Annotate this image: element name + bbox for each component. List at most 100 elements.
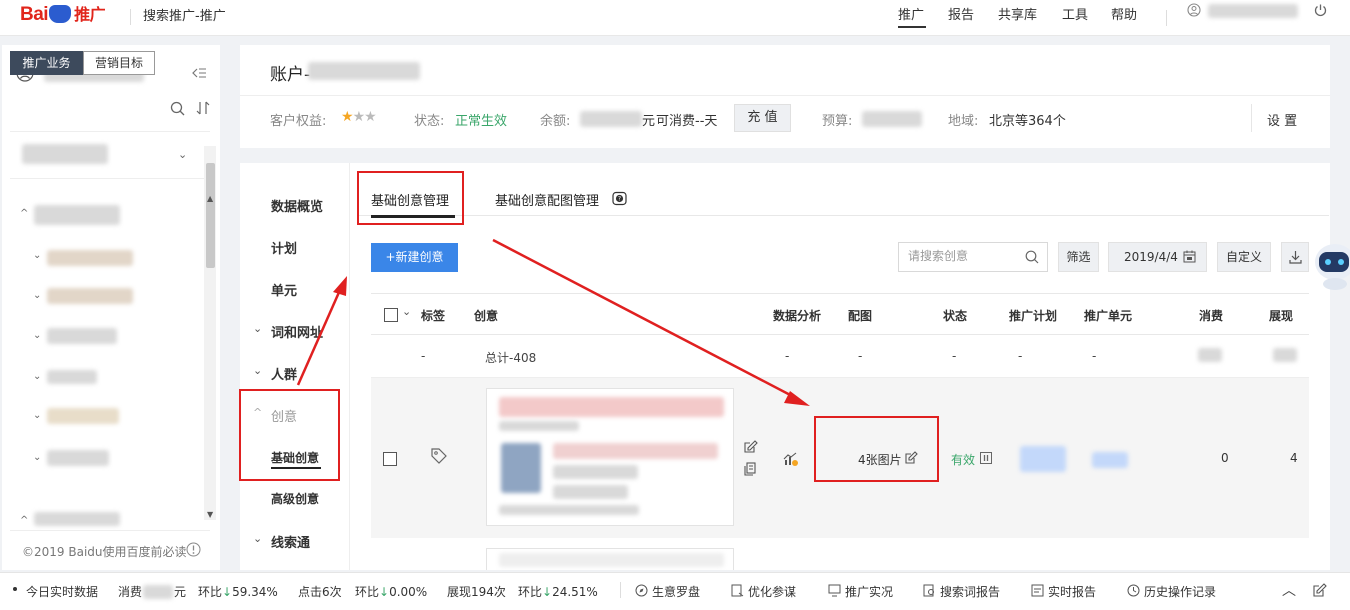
customize-button[interactable]: 自定义 — [1217, 242, 1271, 272]
total-cost-redacted — [1198, 348, 1222, 362]
sidebar-scrollbar-thumb[interactable] — [206, 163, 215, 268]
row-checkbox[interactable] — [383, 452, 397, 466]
creative-title-redacted — [499, 553, 724, 567]
nav-tools[interactable]: 工具 — [1062, 4, 1088, 23]
tree-caret-icon[interactable]: ⌄ — [33, 410, 41, 421]
info-icon[interactable] — [186, 542, 201, 557]
tree-caret-icon[interactable]: ^ — [20, 515, 28, 526]
menu-leads[interactable]: 线索通 — [271, 532, 310, 551]
edit-icon[interactable] — [1313, 583, 1327, 597]
unit-name-redacted[interactable] — [1092, 452, 1128, 468]
collapse-sidebar-icon[interactable] — [192, 66, 207, 80]
select-all-checkbox[interactable] — [384, 308, 398, 322]
divider — [240, 95, 1330, 96]
tab-promotion-business[interactable]: 推广业务 — [10, 51, 83, 75]
tree-item-redacted[interactable] — [47, 328, 117, 344]
link-realtime-report[interactable]: 实时报告 — [1048, 583, 1096, 600]
creative-preview-card[interactable] — [486, 548, 734, 570]
plan-name-redacted[interactable] — [1020, 446, 1066, 472]
search-box — [898, 242, 1048, 272]
menu-advanced-creative[interactable]: 高级创意 — [271, 490, 319, 507]
total-unit: - — [1092, 349, 1097, 363]
tree-caret-icon[interactable]: ⌄ — [33, 250, 41, 261]
chevron-down-icon[interactable]: ⌄ — [178, 148, 187, 161]
menu-keywords[interactable]: 词和网址 — [271, 322, 323, 341]
annotation-box-tab — [357, 171, 464, 225]
rights-stars-icon[interactable]: ★★★ — [341, 109, 377, 125]
divider — [10, 178, 210, 179]
link-history-log[interactable]: 历史操作记录 — [1144, 583, 1216, 600]
search-icon[interactable] — [170, 101, 185, 116]
power-icon[interactable] — [1313, 3, 1328, 18]
tree-item-redacted[interactable] — [47, 288, 133, 304]
account-select-redacted[interactable] — [22, 144, 108, 164]
scroll-up-icon[interactable]: ▲ — [207, 194, 213, 203]
edit-icon[interactable] — [744, 440, 758, 454]
row-cost: 0 — [1221, 451, 1229, 465]
settings-button[interactable]: 设 置 — [1267, 110, 1297, 129]
imp-ratio-label: 环比 — [518, 585, 543, 599]
download-button[interactable] — [1281, 242, 1309, 272]
tab-creative-image-management[interactable]: 基础创意配图管理 — [495, 190, 599, 209]
search-input[interactable] — [908, 249, 1018, 263]
link-promotion-live[interactable]: 推广实况 — [845, 583, 893, 600]
link-optimize-advisor[interactable]: 优化参谋 — [748, 583, 796, 600]
nav-shared-library[interactable]: 共享库 — [998, 4, 1037, 23]
compass-icon — [635, 584, 648, 597]
region-value[interactable]: 北京等364个 — [989, 110, 1066, 129]
total-status: - — [952, 349, 957, 363]
chevron-up-icon[interactable]: ︿ — [1282, 580, 1296, 600]
tree-caret-icon[interactable]: ⌄ — [33, 371, 41, 382]
tree-caret-icon[interactable]: ⌄ — [33, 330, 41, 341]
tag-icon[interactable] — [430, 447, 448, 465]
sort-icon[interactable] — [196, 100, 210, 116]
pause-icon[interactable] — [980, 452, 992, 464]
menu-audience[interactable]: 人群 — [271, 364, 297, 383]
chevron-down-icon[interactable]: ⌄ — [402, 305, 411, 318]
creative-preview-card[interactable] — [486, 388, 734, 526]
total-count: 总计-408 — [485, 351, 537, 365]
tree-caret-icon[interactable]: ⌄ — [33, 452, 41, 463]
chevron-down-icon[interactable]: ⌄ — [253, 532, 262, 545]
link-business-compass[interactable]: 生意罗盘 — [652, 583, 700, 600]
tab-marketing-goal[interactable]: 营销目标 — [83, 51, 155, 75]
nav-help[interactable]: 帮助 — [1111, 4, 1137, 23]
tree-caret-icon[interactable]: ^ — [20, 208, 28, 219]
tree-caret-icon[interactable]: ⌄ — [33, 290, 41, 301]
col-cost[interactable]: 消费 — [1199, 307, 1223, 324]
filter-button[interactable]: 筛选 — [1058, 242, 1099, 272]
calendar-icon[interactable] — [1183, 250, 1196, 263]
nav-tuiguang[interactable]: 推广 — [898, 4, 924, 23]
link-search-term-report[interactable]: 搜索词报告 — [940, 583, 1000, 600]
tree-root-redacted[interactable] — [34, 205, 120, 225]
tree-item-redacted[interactable] — [47, 370, 97, 384]
tree-item-redacted[interactable] — [47, 450, 109, 466]
user-icon[interactable] — [1187, 3, 1201, 17]
tree-root-redacted[interactable] — [34, 512, 120, 526]
assistant-robot-icon[interactable] — [1313, 240, 1350, 292]
creative-title-redacted — [499, 397, 724, 417]
baidu-logo[interactable]: Bai 推广 — [20, 1, 106, 26]
help-icon[interactable]: ? — [612, 191, 627, 206]
tree-item-redacted[interactable] — [47, 408, 119, 424]
data-analysis-icon[interactable] — [783, 451, 799, 467]
nav-active-indicator — [898, 26, 926, 28]
new-creative-button[interactable]: +新建创意 — [371, 243, 458, 272]
bullet-icon — [13, 587, 17, 591]
svg-text:?: ? — [618, 196, 621, 203]
menu-unit[interactable]: 单元 — [271, 280, 297, 299]
search-icon[interactable] — [1025, 250, 1039, 264]
copy-icon[interactable] — [744, 462, 758, 476]
tree-item-redacted[interactable] — [47, 250, 133, 266]
col-impressions[interactable]: 展现 — [1269, 307, 1293, 324]
chevron-down-icon[interactable]: ⌄ — [253, 322, 262, 335]
recharge-button[interactable]: 充 值 — [734, 104, 791, 132]
chevron-down-icon[interactable]: ⌄ — [253, 364, 262, 377]
scroll-down-icon[interactable]: ▼ — [207, 510, 213, 519]
menu-plan[interactable]: 计划 — [271, 238, 297, 257]
creative-desc-redacted — [553, 465, 638, 479]
menu-data-overview[interactable]: 数据概览 — [271, 196, 323, 215]
divider — [10, 131, 210, 132]
nav-report[interactable]: 报告 — [948, 4, 974, 23]
arrow-down-icon: ↓ — [379, 585, 390, 599]
